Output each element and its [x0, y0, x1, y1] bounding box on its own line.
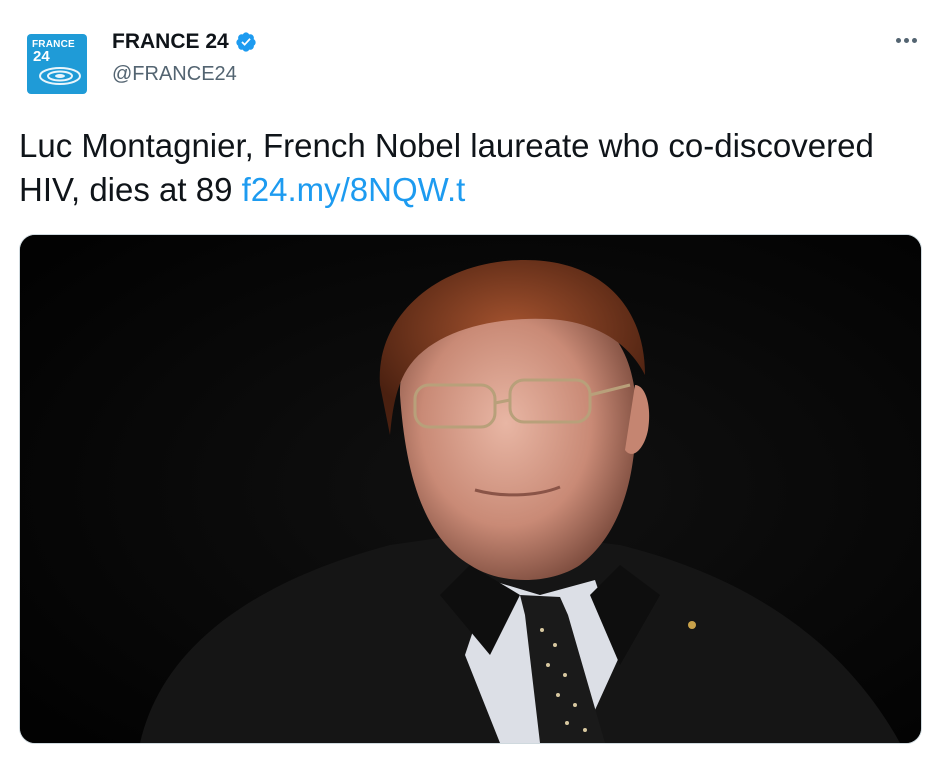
avatar-logo-number: 24 [33, 48, 50, 65]
author-handle[interactable]: @FRANCE24 [112, 63, 237, 86]
author-avatar[interactable]: FRANCE 24 [27, 34, 87, 94]
tweet-text: Luc Montagnier, French Nobel laureate wh… [19, 124, 909, 212]
author-name-row: FRANCE 24 [112, 30, 257, 54]
more-options-icon[interactable] [888, 28, 924, 52]
portrait-photo [20, 235, 921, 743]
tweet-link[interactable]: f24.my/8NQW.t [242, 171, 466, 208]
author-display-name[interactable]: FRANCE 24 [112, 30, 229, 54]
tweet-media-image[interactable] [19, 234, 922, 744]
tweet-card: FRANCE 24 FRANCE 24 @FRANCE24 Luc Montag… [0, 0, 936, 762]
verified-badge-icon [236, 32, 256, 52]
